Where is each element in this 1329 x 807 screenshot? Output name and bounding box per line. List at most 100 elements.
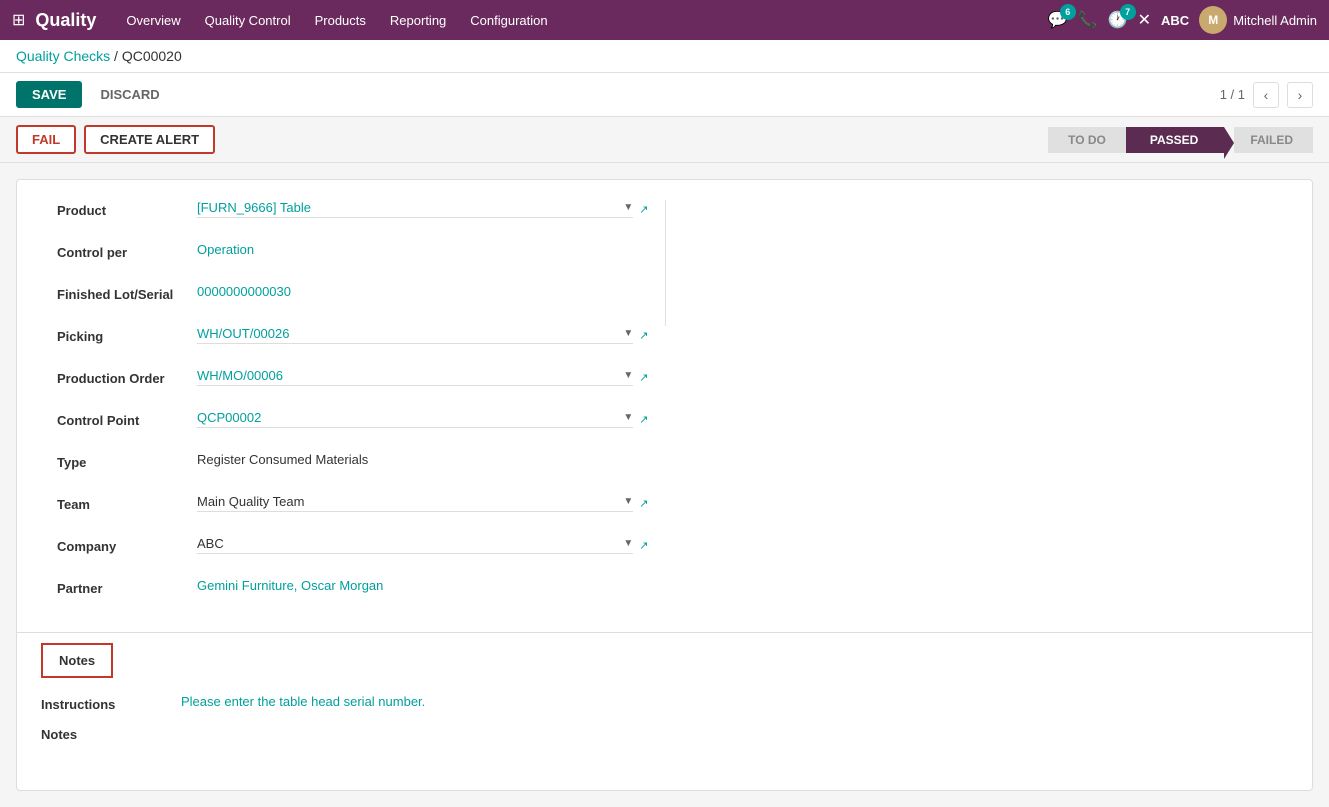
product-value: [FURN_9666] Table ▼ ↗ bbox=[197, 200, 649, 218]
control-per-label: Control per bbox=[57, 242, 197, 260]
close-button[interactable]: ✕ bbox=[1138, 10, 1151, 30]
production-order-label: Production Order bbox=[57, 368, 197, 386]
control-point-row: Control Point QCP00002 ▼ ↗ bbox=[57, 410, 649, 438]
timer-button[interactable]: 🕐 7 bbox=[1108, 10, 1128, 30]
product-label: Product bbox=[57, 200, 197, 218]
team-external-link-icon[interactable]: ↗ bbox=[639, 497, 648, 510]
control-point-value: QCP00002 ▼ ↗ bbox=[197, 410, 649, 428]
control-point-select[interactable]: QCP00002 ▼ bbox=[197, 410, 633, 428]
team-row: Team Main Quality Team ▼ ↗ bbox=[57, 494, 649, 522]
nav-overview[interactable]: Overview bbox=[116, 7, 190, 34]
product-dropdown-icon: ▼ bbox=[623, 202, 633, 213]
status-passed[interactable]: PASSED bbox=[1126, 127, 1224, 153]
nav-reporting[interactable]: Reporting bbox=[380, 7, 456, 34]
partner-label: Partner bbox=[57, 578, 197, 596]
notifications-button[interactable]: 💬 6 bbox=[1048, 10, 1068, 30]
finished-lot-label: Finished Lot/Serial bbox=[57, 284, 197, 302]
picking-value: WH/OUT/00026 ▼ ↗ bbox=[197, 326, 649, 344]
notes-section: Notes Instructions Please enter the tabl… bbox=[41, 632, 1288, 770]
type-value: Register Consumed Materials bbox=[197, 452, 649, 467]
picking-label: Picking bbox=[57, 326, 197, 344]
instructions-value: Please enter the table head serial numbe… bbox=[181, 694, 1288, 709]
production-order-value: WH/MO/00006 ▼ ↗ bbox=[197, 368, 649, 386]
company-external-link-icon[interactable]: ↗ bbox=[639, 539, 648, 552]
breadcrumb: Quality Checks / QC00020 bbox=[0, 40, 1329, 73]
picking-row: Picking WH/OUT/00026 ▼ ↗ bbox=[57, 326, 649, 354]
nav-quality-control[interactable]: Quality Control bbox=[195, 7, 301, 34]
company-row: Company ABC ▼ ↗ bbox=[57, 536, 649, 564]
timer-badge: 7 bbox=[1120, 4, 1136, 20]
phone-icon: 📞 bbox=[1078, 12, 1098, 29]
partner-value[interactable]: Gemini Furniture, Oscar Morgan bbox=[197, 578, 649, 593]
product-row: Product [FURN_9666] Table ▼ ↗ bbox=[57, 200, 649, 228]
user-name: Mitchell Admin bbox=[1233, 13, 1317, 28]
close-icon: ✕ bbox=[1138, 12, 1151, 29]
save-button[interactable]: SAVE bbox=[16, 81, 82, 108]
user-menu[interactable]: M Mitchell Admin bbox=[1199, 6, 1317, 34]
partner-row: Partner Gemini Furniture, Oscar Morgan bbox=[57, 578, 649, 606]
company-initials: ABC bbox=[1161, 13, 1189, 28]
status-bar: TO DO PASSED FAILED bbox=[1048, 127, 1313, 153]
product-select[interactable]: [FURN_9666] Table ▼ bbox=[197, 200, 633, 218]
form-divider bbox=[665, 200, 1289, 326]
instructions-row: Instructions Please enter the table head… bbox=[41, 694, 1288, 712]
pager-text: 1 / 1 bbox=[1220, 87, 1245, 102]
type-label: Type bbox=[57, 452, 197, 470]
production-order-dropdown-icon: ▼ bbox=[623, 370, 633, 381]
status-failed[interactable]: FAILED bbox=[1234, 127, 1313, 153]
notification-badge: 6 bbox=[1060, 4, 1076, 20]
nav-right: 💬 6 📞 🕐 7 ✕ ABC M Mitchell Admin bbox=[1048, 6, 1317, 34]
control-point-label: Control Point bbox=[57, 410, 197, 428]
notes-content: Instructions Please enter the table head… bbox=[41, 678, 1288, 770]
pager-next[interactable]: › bbox=[1287, 82, 1313, 108]
toolbar-right: 1 / 1 ‹ › bbox=[1220, 82, 1313, 108]
notes-row: Notes bbox=[41, 724, 1288, 742]
team-select[interactable]: Main Quality Team ▼ bbox=[197, 494, 633, 512]
fail-button[interactable]: FAIL bbox=[16, 125, 76, 154]
user-avatar: M bbox=[1199, 6, 1227, 34]
create-alert-button[interactable]: CREATE ALERT bbox=[84, 125, 215, 154]
notes-tab[interactable]: Notes bbox=[43, 645, 111, 676]
app-name: Quality bbox=[35, 10, 96, 31]
form-card: Product [FURN_9666] Table ▼ ↗ Control pe… bbox=[16, 179, 1313, 791]
notes-tab-container: Notes bbox=[41, 643, 113, 678]
status-todo[interactable]: TO DO bbox=[1048, 127, 1126, 153]
form-left: Product [FURN_9666] Table ▼ ↗ Control pe… bbox=[41, 200, 665, 326]
phone-button[interactable]: 📞 bbox=[1078, 10, 1098, 30]
discard-button[interactable]: DISCARD bbox=[90, 81, 169, 108]
breadcrumb-separator: / bbox=[114, 48, 118, 64]
nav-configuration[interactable]: Configuration bbox=[460, 7, 557, 34]
breadcrumb-current: QC00020 bbox=[122, 48, 182, 64]
finished-lot-row: Finished Lot/Serial 0000000000030 bbox=[57, 284, 649, 312]
company-dropdown-icon: ▼ bbox=[623, 538, 633, 549]
team-dropdown-icon: ▼ bbox=[623, 496, 633, 507]
main-toolbar: SAVE DISCARD 1 / 1 ‹ › bbox=[0, 73, 1329, 117]
pager-prev[interactable]: ‹ bbox=[1253, 82, 1279, 108]
product-external-link-icon[interactable]: ↗ bbox=[639, 203, 648, 216]
team-text: Main Quality Team bbox=[197, 494, 619, 509]
action-row: FAIL CREATE ALERT TO DO PASSED FAILED bbox=[0, 117, 1329, 163]
breadcrumb-parent[interactable]: Quality Checks bbox=[16, 48, 110, 64]
picking-text: WH/OUT/00026 bbox=[197, 326, 619, 341]
team-value: Main Quality Team ▼ ↗ bbox=[197, 494, 649, 512]
production-order-external-link-icon[interactable]: ↗ bbox=[639, 371, 648, 384]
app-grid-icon[interactable]: ⊞ bbox=[12, 10, 25, 30]
form-right: Picking WH/OUT/00026 ▼ ↗ Production Orde… bbox=[41, 326, 665, 620]
picking-external-link-icon[interactable]: ↗ bbox=[639, 329, 648, 342]
form-grid: Product [FURN_9666] Table ▼ ↗ Control pe… bbox=[41, 200, 1288, 620]
finished-lot-value[interactable]: 0000000000030 bbox=[197, 284, 649, 299]
product-text: [FURN_9666] Table bbox=[197, 200, 619, 215]
main-content: Product [FURN_9666] Table ▼ ↗ Control pe… bbox=[0, 163, 1329, 807]
notes-divider: Notes bbox=[17, 632, 1312, 678]
control-per-value: Operation bbox=[197, 242, 649, 257]
picking-select[interactable]: WH/OUT/00026 ▼ bbox=[197, 326, 633, 344]
company-text: ABC bbox=[197, 536, 619, 551]
production-order-select[interactable]: WH/MO/00006 ▼ bbox=[197, 368, 633, 386]
picking-dropdown-icon: ▼ bbox=[623, 328, 633, 339]
control-point-text: QCP00002 bbox=[197, 410, 619, 425]
nav-products[interactable]: Products bbox=[305, 7, 376, 34]
notes-label: Notes bbox=[41, 724, 181, 742]
instructions-label: Instructions bbox=[41, 694, 181, 712]
control-point-dropdown-icon: ▼ bbox=[623, 412, 633, 423]
control-point-external-link-icon[interactable]: ↗ bbox=[639, 413, 648, 426]
